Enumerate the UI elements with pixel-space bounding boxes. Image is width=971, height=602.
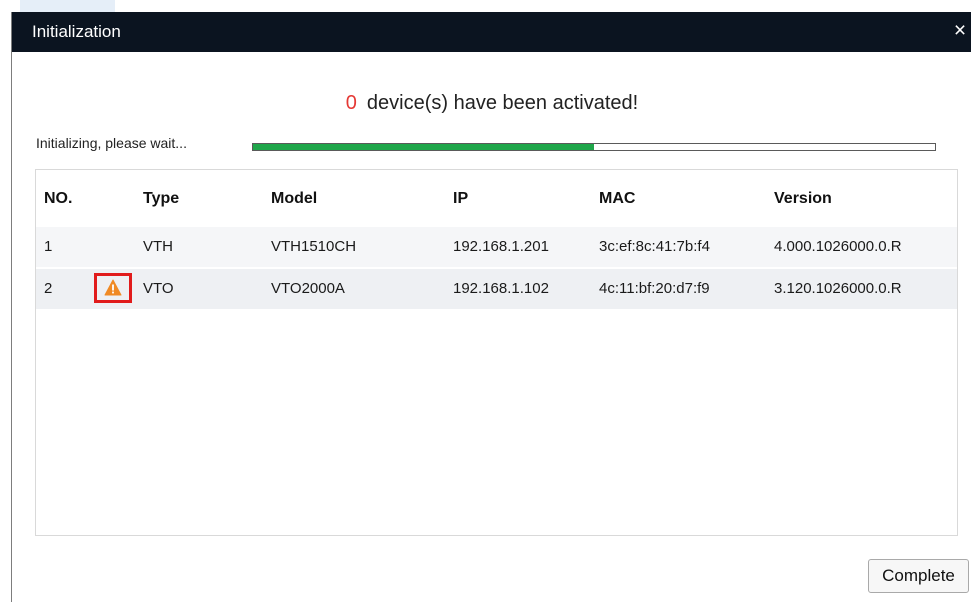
activation-message: 0 device(s) have been activated! [12, 92, 971, 115]
progress-bar [252, 143, 936, 151]
cell-no: 2 [44, 280, 53, 297]
cell-model: VTO2000A [271, 280, 345, 297]
cell-model: VTH1510CH [271, 238, 357, 255]
complete-button[interactable]: Complete [868, 559, 969, 593]
cell-ip: 192.168.1.102 [453, 280, 549, 297]
dialog-titlebar: Initialization × [12, 12, 971, 52]
warning-highlight-box [94, 273, 132, 303]
progress-bar-fill [253, 144, 594, 150]
cell-mac: 4c:11:bf:20:d7:f9 [599, 280, 710, 297]
dialog-title: Initialization [32, 22, 121, 41]
cell-type: VTH [143, 238, 173, 255]
device-table: NO. Type Model IP MAC Version 1 VTH VTH1… [35, 169, 958, 536]
column-header-version[interactable]: Version [774, 190, 832, 208]
column-header-type[interactable]: Type [143, 190, 179, 208]
activated-count: 0 [345, 92, 357, 114]
initialization-dialog: Initialization × 0 device(s) have been ac… [11, 12, 971, 602]
progress-label: Initializing, please wait... [36, 135, 187, 151]
table-row[interactable]: 2 VTO VTO2000A 192.168.1.102 4c:11:bf:20… [36, 269, 957, 309]
column-header-ip[interactable]: IP [453, 190, 468, 208]
cell-version: 3.120.1026000.0.R [774, 280, 902, 297]
column-header-no[interactable]: NO. [44, 190, 72, 208]
column-header-mac[interactable]: MAC [599, 190, 635, 208]
table-row[interactable]: 1 VTH VTH1510CH 192.168.1.201 3c:ef:8c:4… [36, 227, 957, 267]
cell-no: 1 [44, 238, 53, 255]
activation-text: device(s) have been activated! [366, 92, 639, 114]
cell-version: 4.000.1026000.0.R [774, 238, 902, 255]
cell-mac: 3c:ef:8c:41:7b:f4 [599, 238, 710, 255]
close-icon[interactable]: × [950, 19, 970, 43]
cell-type: VTO [143, 280, 174, 297]
column-header-model[interactable]: Model [271, 190, 317, 208]
table-header: NO. Type Model IP MAC Version [36, 170, 957, 227]
warning-triangle-icon[interactable] [104, 279, 122, 296]
cell-ip: 192.168.1.201 [453, 238, 549, 255]
